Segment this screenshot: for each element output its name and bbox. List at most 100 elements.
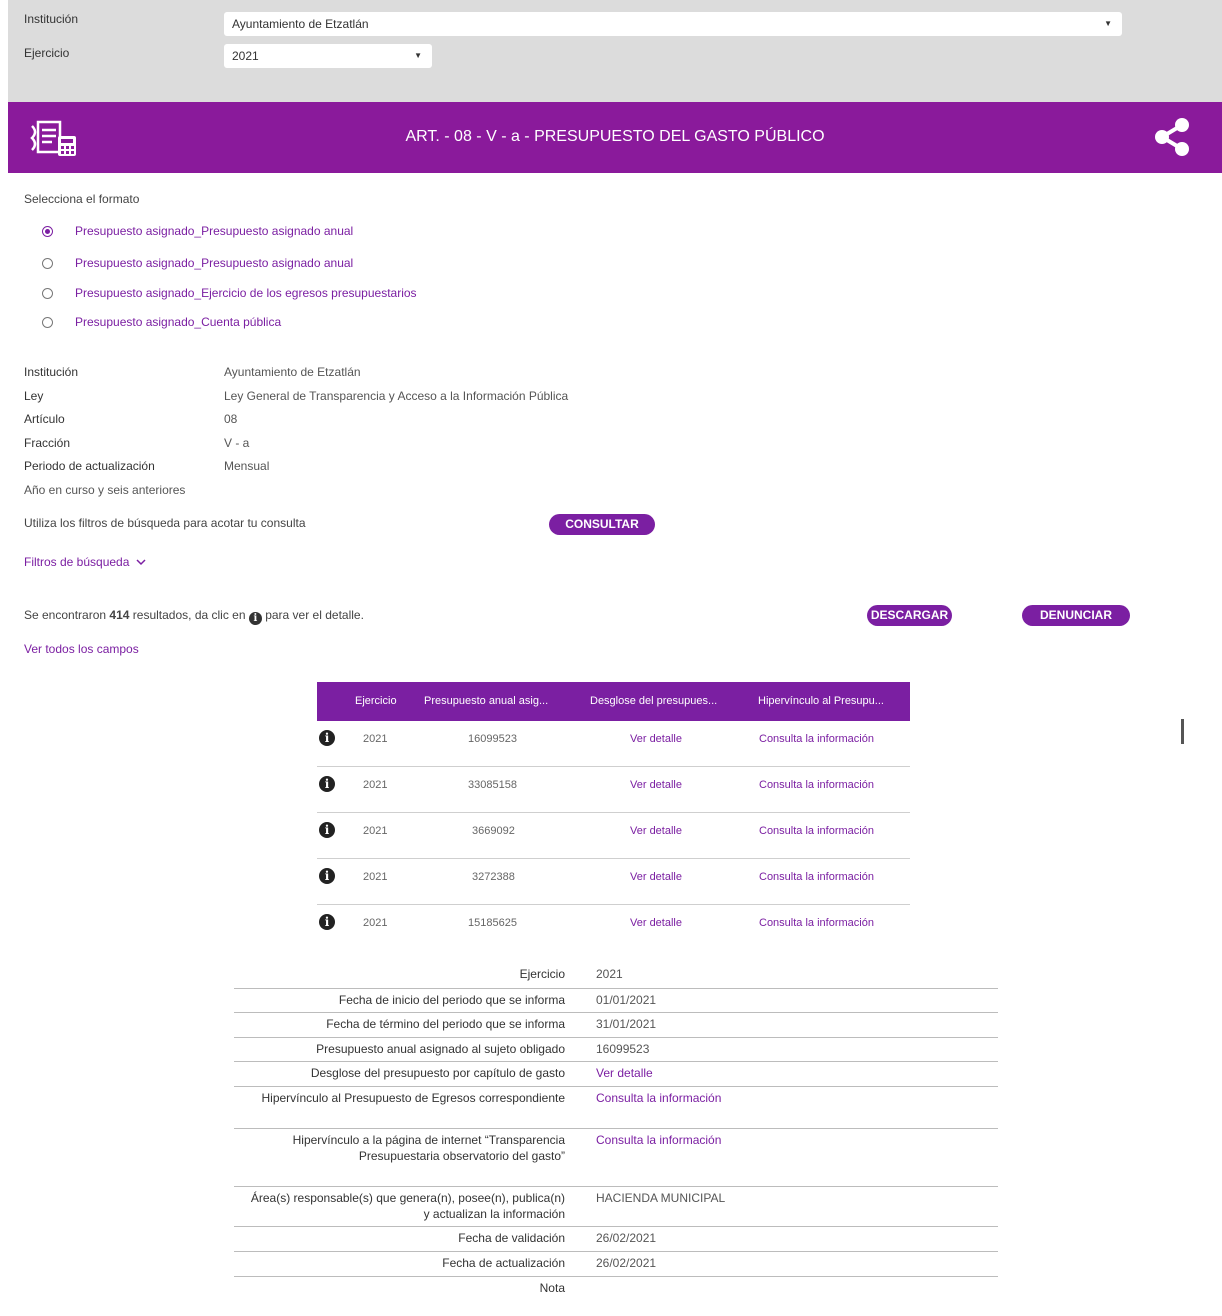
radio-icon[interactable] [42, 287, 53, 299]
detail-row: Desglose del presupuesto por capítulo de… [234, 1062, 998, 1087]
cell-desglose-link[interactable]: Ver detalle [630, 917, 682, 929]
detail-value: 26/02/2021 [596, 1231, 657, 1245]
format-option-label[interactable]: Presupuesto asignado_Ejercicio de los eg… [75, 286, 417, 300]
detail-value: 26/02/2021 [596, 1256, 657, 1270]
cell-hipervinculo-link[interactable]: Consulta la información [759, 917, 874, 929]
results-summary: Se encontraron 414 resultados, da clic e… [24, 608, 364, 625]
format-label: Selecciona el formato [24, 192, 140, 206]
results-prefix: Se encontraron [24, 608, 107, 622]
consultar-button[interactable]: CONSULTAR [549, 514, 655, 535]
info-articulo-value: 08 [224, 412, 238, 426]
table-row: i 2021 16099523 Ver detalle Consulta la … [317, 721, 910, 767]
detail-row: Área(s) responsable(s) que genera(n), po… [234, 1187, 998, 1227]
detail-link[interactable]: Ver detalle [596, 1065, 653, 1081]
cell-presupuesto: 33085158 [468, 779, 517, 791]
cell-desglose-link[interactable]: Ver detalle [630, 871, 682, 883]
ver-todos-link[interactable]: Ver todos los campos [24, 642, 139, 656]
cell-hipervinculo-link[interactable]: Consulta la información [759, 825, 874, 837]
detail-link[interactable]: Consulta la información [596, 1090, 721, 1106]
detail-label: Fecha de actualización [442, 1256, 565, 1270]
info-icon[interactable]: i [319, 868, 335, 884]
header-presupuesto[interactable]: Presupuesto anual asig... [424, 695, 548, 707]
scrollbar-thumb[interactable] [1181, 719, 1184, 744]
info-ley-label: Ley [24, 389, 44, 403]
info-ley-value: Ley General de Transparencia y Acceso a … [224, 389, 569, 403]
detail-row: Presupuesto anual asignado al sujeto obl… [234, 1038, 998, 1062]
cell-presupuesto: 15185625 [468, 917, 517, 929]
table-row: i 2021 3272388 Ver detalle Consulta la i… [317, 859, 910, 905]
cell-presupuesto: 3272388 [472, 871, 515, 883]
info-institucion-label: Institución [24, 365, 79, 379]
info-icon[interactable]: i [319, 822, 335, 838]
denunciar-button[interactable]: DENUNCIAR [1022, 605, 1130, 626]
cell-hipervinculo-link[interactable]: Consulta la información [759, 779, 874, 791]
cell-ejercicio: 2021 [363, 871, 388, 883]
cell-ejercicio: 2021 [363, 779, 388, 791]
cell-ejercicio: 2021 [363, 825, 388, 837]
table-row: i 2021 33085158 Ver detalle Consulta la … [317, 767, 910, 813]
search-filters-toggle[interactable]: Filtros de búsqueda [24, 555, 146, 569]
cell-ejercicio: 2021 [363, 733, 388, 745]
results-middle: resultados, da clic en [132, 608, 246, 622]
periodo-note: Año en curso y seis anteriores [24, 483, 186, 497]
share-icon[interactable] [1154, 118, 1190, 156]
info-periodo-label: Periodo de actualización [24, 459, 155, 473]
header-ejercicio[interactable]: Ejercicio [355, 695, 397, 707]
format-option-2[interactable]: Presupuesto asignado_Presupuesto asignad… [42, 254, 353, 272]
radio-selected-icon[interactable] [42, 225, 53, 237]
detail-label: Ejercicio [519, 967, 565, 981]
detail-label: Área(s) responsable(s) que genera(n), po… [250, 1191, 565, 1221]
format-option-4[interactable]: Presupuesto asignado_Cuenta pública [42, 313, 281, 331]
table-header: Ejercicio Presupuesto anual asig... Desg… [317, 682, 910, 721]
detail-label: Presupuesto anual asignado al sujeto obl… [316, 1042, 565, 1056]
table-row: i 2021 15185625 Ver detalle Consulta la … [317, 905, 910, 951]
info-icon[interactable]: i [319, 776, 335, 792]
detail-row: Fecha de inicio del periodo que se infor… [234, 989, 998, 1013]
format-option-3[interactable]: Presupuesto asignado_Ejercicio de los eg… [42, 284, 417, 302]
info-icon: i [248, 612, 262, 625]
cell-ejercicio: 2021 [363, 917, 388, 929]
header-hipervinculo[interactable]: Hipervínculo al Presupu... [758, 695, 884, 707]
header-desglose[interactable]: Desglose del presupues... [590, 695, 717, 707]
detail-row: Nota [234, 1277, 998, 1301]
info-icon[interactable]: i [319, 914, 335, 930]
section-banner: ART. - 08 - V - a - PRESUPUESTO DEL GAST… [8, 102, 1222, 173]
cell-desglose-link[interactable]: Ver detalle [630, 779, 682, 791]
cell-presupuesto: 16099523 [468, 733, 517, 745]
detail-row: Hipervínculo a la página de internet “Tr… [234, 1129, 998, 1187]
cell-desglose-link[interactable]: Ver detalle [630, 825, 682, 837]
filter-panel: Institución Ayuntamiento de Etzatlán ▼ E… [8, 0, 1222, 102]
institucion-select[interactable]: Ayuntamiento de Etzatlán ▼ [224, 12, 1122, 36]
institucion-label: Institución [24, 12, 79, 26]
format-option-label[interactable]: Presupuesto asignado_Presupuesto asignad… [75, 256, 353, 270]
detail-link[interactable]: Consulta la información [596, 1132, 721, 1148]
detail-value: 16099523 [596, 1042, 650, 1056]
detail-label: Fecha de término del periodo que se info… [326, 1017, 565, 1031]
cell-presupuesto: 3669092 [472, 825, 515, 837]
format-option-label[interactable]: Presupuesto asignado_Cuenta pública [75, 315, 281, 329]
page-title: ART. - 08 - V - a - PRESUPUESTO DEL GAST… [405, 128, 825, 145]
detail-label: Fecha de inicio del periodo que se infor… [338, 993, 565, 1007]
detail-label: Desglose del presupuesto por capítulo de… [310, 1066, 565, 1080]
detail-label: Fecha de validación [458, 1231, 565, 1245]
info-institucion-value: Ayuntamiento de Etzatlán [224, 365, 361, 379]
ejercicio-select[interactable]: 2021 ▼ [224, 44, 432, 68]
detail-value: HACIENDA MUNICIPAL [596, 1191, 726, 1205]
descargar-button[interactable]: DESCARGAR [867, 605, 952, 626]
cell-hipervinculo-link[interactable]: Consulta la información [759, 733, 874, 745]
radio-icon[interactable] [42, 316, 53, 328]
detail-row: Fecha de validación 26/02/2021 [234, 1227, 998, 1252]
format-option-label[interactable]: Presupuesto asignado_Presupuesto asignad… [75, 224, 353, 238]
consulta-hint: Utiliza los filtros de búsqueda para aco… [24, 516, 306, 530]
info-icon[interactable]: i [319, 730, 335, 746]
detail-label: Hipervínculo al Presupuesto de Egresos c… [261, 1091, 565, 1105]
search-filters-label[interactable]: Filtros de búsqueda [24, 555, 129, 569]
detail-row: Ejercicio 2021 [234, 963, 998, 989]
radio-icon[interactable] [42, 257, 53, 269]
format-option-1[interactable]: Presupuesto asignado_Presupuesto asignad… [42, 222, 353, 240]
cell-desglose-link[interactable]: Ver detalle [630, 733, 682, 745]
ejercicio-select-value: 2021 [232, 49, 259, 63]
record-detail: Ejercicio 2021 Fecha de inicio del perio… [234, 963, 998, 1301]
cell-hipervinculo-link[interactable]: Consulta la información [759, 871, 874, 883]
chevron-down-icon[interactable] [136, 559, 146, 566]
